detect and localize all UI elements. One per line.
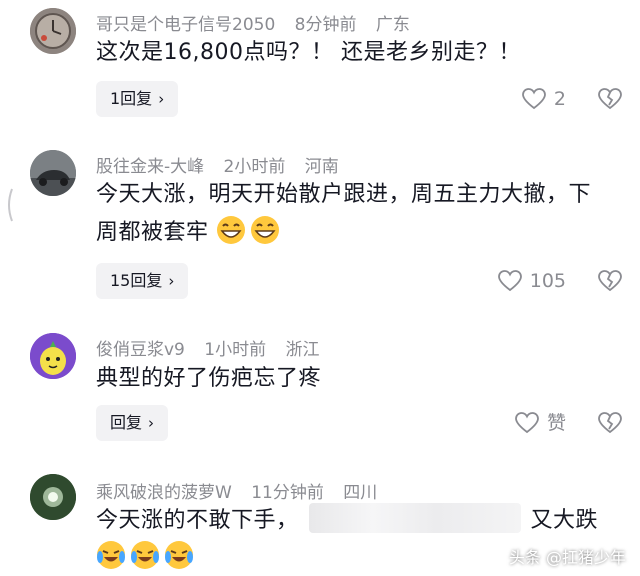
username[interactable]: 俊俏豆浆v9 (96, 340, 185, 360)
chevron-right-icon: › (168, 272, 175, 290)
heart-icon (515, 412, 539, 434)
reply-label: 回复 (110, 413, 143, 432)
comment-time: 1小时前 (204, 340, 267, 360)
comment-location: 河南 (304, 157, 339, 177)
comment-location: 浙江 (285, 340, 320, 360)
comment-text-content: 今天大涨，明天开始散户跟进，周五主力大撤，下周都被套牢 (96, 182, 592, 245)
comment-time: 2小时前 (223, 157, 286, 177)
comment-text: 今天大涨，明天开始散户跟进，周五主力大撤，下周都被套牢 (96, 176, 596, 252)
comment-time: 8分钟前 (294, 15, 357, 35)
like-count: 赞 (546, 412, 566, 434)
grinning-emoji-icon (251, 216, 280, 244)
reply-button[interactable]: 回复 › (96, 405, 169, 441)
broken-heart-icon[interactable] (598, 87, 622, 111)
comment-meta: 俊俏豆浆v9 1小时前 浙江 (96, 335, 334, 360)
blurred-region (308, 503, 521, 533)
reply-label: 1回复 (110, 89, 153, 108)
like-count: 2 (553, 88, 566, 110)
heart-icon (522, 88, 546, 110)
watermark: 头条 @扛猪少年 (508, 548, 626, 567)
username[interactable]: 哥只是个电子信号2050 (96, 15, 275, 35)
broken-heart-icon[interactable] (598, 269, 622, 293)
avatar[interactable] (30, 150, 76, 196)
broken-heart-icon[interactable] (598, 411, 622, 435)
comment-time: 11分钟前 (251, 483, 324, 503)
like-button[interactable]: 105 (497, 263, 566, 299)
like-count: 105 (529, 270, 566, 292)
grinning-emoji-icon (217, 216, 246, 244)
comment-text-start: 今天涨的不敢下手， (96, 508, 299, 533)
avatar[interactable] (30, 333, 76, 379)
comment-meta: 乘风破浪的菠萝W 11分钟前 四川 (96, 478, 391, 503)
comment-text: 典型的好了伤疤忘了疼 (96, 366, 322, 391)
comment-text: 这次是16,800点吗？！ 还是老乡别走？！ (96, 40, 521, 65)
username[interactable]: 乘风破浪的菠萝W (96, 483, 232, 503)
avatar[interactable] (30, 8, 76, 54)
heart-icon (497, 270, 522, 292)
comment-meta: 股往金来-大峰 2小时前 河南 (96, 152, 353, 177)
comment-location: 四川 (343, 483, 378, 503)
chevron-right-icon: › (148, 414, 155, 432)
emoji-row (96, 540, 198, 570)
comment-text-end: 又大跌 (530, 508, 599, 533)
crying-laughing-emoji-icon (97, 541, 125, 569)
avatar[interactable] (30, 474, 76, 520)
reply-button[interactable]: 1回复 › (96, 81, 179, 117)
comment-meta: 哥只是个电子信号2050 8分钟前 广东 (96, 10, 424, 35)
reply-label: 15回复 (110, 271, 163, 290)
crying-laughing-emoji-icon (165, 541, 193, 569)
like-button[interactable]: 2 (522, 81, 566, 117)
username[interactable]: 股往金来-大峰 (96, 157, 204, 177)
scroll-edge-indicator (8, 188, 13, 222)
crying-laughing-emoji-icon (131, 541, 159, 569)
comment-location: 广东 (375, 15, 410, 35)
comment-text: 今天涨的不敢下手， 又大跌 (96, 502, 636, 540)
chevron-right-icon: › (158, 90, 165, 108)
like-button[interactable]: 赞 (515, 405, 566, 441)
reply-button[interactable]: 15回复 › (96, 263, 189, 299)
